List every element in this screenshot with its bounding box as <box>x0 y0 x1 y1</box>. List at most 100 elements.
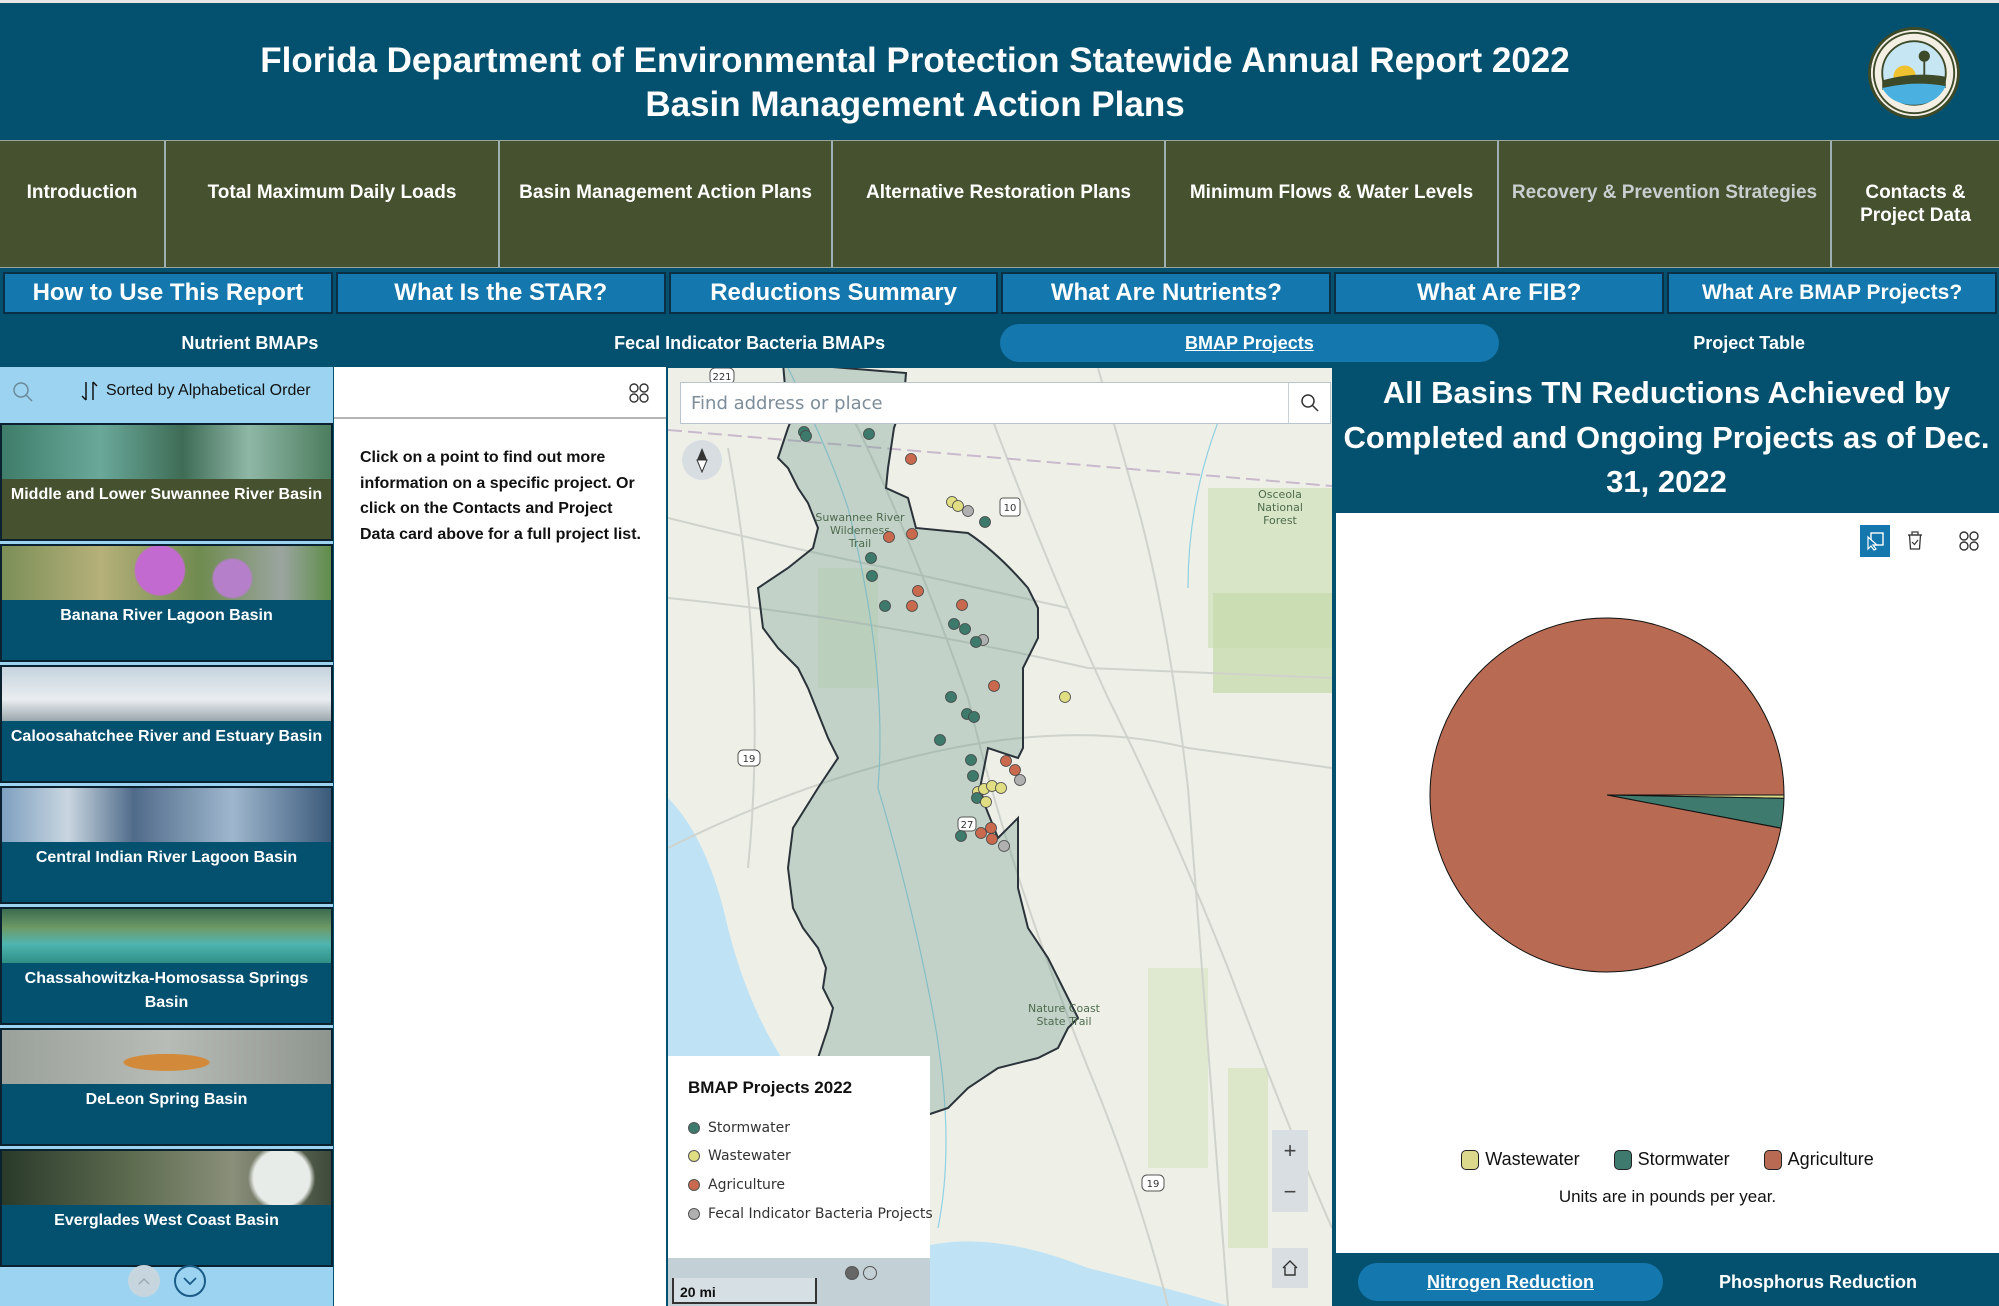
scroll-down-button[interactable] <box>173 1264 206 1297</box>
project-point-stormwater[interactable] <box>934 734 946 746</box>
what-is-star-button[interactable]: What Is the STAR? <box>335 272 666 314</box>
route-shield: 19 <box>737 749 761 767</box>
basin-card[interactable]: Caloosahatchee River and Estuary Basin <box>0 665 333 783</box>
project-point-stormwater[interactable] <box>970 636 982 648</box>
pie-chart[interactable] <box>1336 513 1999 1113</box>
legend-footer: 20 mi <box>668 1258 930 1306</box>
project-point-stormwater[interactable] <box>955 830 967 842</box>
basin-card[interactable]: Everglades West Coast Basin <box>0 1149 333 1267</box>
map-label-wilderness-trail: Suwannee River <box>815 511 905 524</box>
report-page: Florida Department of Environmental Prot… <box>0 0 1999 1306</box>
project-point-agriculture[interactable] <box>906 528 918 540</box>
tab-fib-bmaps[interactable]: Fecal Indicator Bacteria BMAPs <box>500 324 1000 362</box>
chevron-down-icon <box>182 1276 197 1285</box>
basin-card[interactable]: Middle and Lower Suwannee River Basin <box>0 423 333 541</box>
project-point-agriculture[interactable] <box>1009 764 1021 776</box>
project-point-wastewater[interactable] <box>952 500 964 512</box>
home-button[interactable] <box>1272 1248 1308 1288</box>
basin-card[interactable]: Banana River Lagoon Basin <box>0 544 333 662</box>
project-point-stormwater[interactable] <box>979 516 991 528</box>
tab-nitrogen-reduction[interactable]: Nitrogen Reduction <box>1358 1263 1663 1301</box>
sort-button[interactable]: Sorted by Alphabetical Order <box>80 380 311 402</box>
project-point-agriculture[interactable] <box>956 599 968 611</box>
basin-card[interactable]: DeLeon Spring Basin <box>0 1028 333 1146</box>
basin-name: Middle and Lower Suwannee River Basin <box>10 486 323 503</box>
project-point-stormwater[interactable] <box>879 600 891 612</box>
project-point-stormwater[interactable] <box>800 430 812 442</box>
project-point-agriculture[interactable] <box>1000 755 1012 767</box>
what-are-bmap-projects-button[interactable]: What Are BMAP Projects? <box>1667 272 1997 314</box>
units-note: Units are in pounds per year. <box>1558 1187 1777 1206</box>
project-point-wastewater[interactable] <box>995 782 1007 794</box>
nav-contacts-project-data[interactable]: Contacts & Project Data <box>1832 141 1999 267</box>
project-point-fib[interactable] <box>998 840 1010 852</box>
project-point-stormwater[interactable] <box>863 428 875 440</box>
basin-card[interactable]: Central Indian River Lagoon Basin <box>0 786 333 904</box>
nav-bmap[interactable]: Basin Management Action Plans <box>500 141 833 267</box>
nav-recovery-prevention[interactable]: Recovery & Prevention Strategies <box>1499 141 1832 267</box>
nav-alternative-restoration[interactable]: Alternative Restoration Plans <box>833 141 1166 267</box>
sub-tabs: Nutrient BMAPs Fecal Indicator Bacteria … <box>0 320 1999 366</box>
project-point-agriculture[interactable] <box>988 680 1000 692</box>
pie-legend-agriculture[interactable]: Agriculture <box>1763 1149 1874 1170</box>
svg-text:Forest: Forest <box>1263 514 1297 527</box>
what-are-fib-button[interactable]: What Are FIB? <box>1334 272 1665 314</box>
project-point-agriculture[interactable] <box>906 600 918 612</box>
more-options-icon[interactable] <box>628 382 650 404</box>
map-view[interactable]: Suwannee River Wilderness Trail Osceola … <box>668 368 1332 1306</box>
agriculture-swatch-icon <box>1763 1149 1782 1170</box>
reductions-summary-button[interactable]: Reductions Summary <box>668 272 999 314</box>
tab-phosphorus-reduction[interactable]: Phosphorus Reduction <box>1663 1263 1973 1301</box>
project-point-agriculture[interactable] <box>883 531 895 543</box>
wastewater-dot-icon <box>688 1150 700 1162</box>
zoom-in-button[interactable]: + <box>1272 1130 1308 1171</box>
route-shield: 27 <box>957 816 977 832</box>
project-point-agriculture[interactable] <box>985 822 997 834</box>
pie-legend-wastewater[interactable]: Wastewater <box>1461 1149 1580 1170</box>
scroll-up-button[interactable] <box>127 1264 160 1297</box>
tab-project-table[interactable]: Project Table <box>1499 324 1999 362</box>
project-point-stormwater[interactable] <box>948 618 960 630</box>
project-point-agriculture[interactable] <box>912 585 924 597</box>
info-button-row: How to Use This Report What Is the STAR?… <box>0 270 1999 316</box>
project-point-stormwater[interactable] <box>959 623 971 635</box>
report-subtitle: Basin Management Action Plans <box>645 85 1185 124</box>
basin-thumbnail <box>2 909 331 963</box>
project-point-stormwater[interactable] <box>865 552 877 564</box>
pie-slice-agriculture[interactable] <box>1429 617 1785 973</box>
project-point-agriculture[interactable] <box>986 833 998 845</box>
project-point-agriculture[interactable] <box>975 827 987 839</box>
project-point-wastewater[interactable] <box>980 796 992 808</box>
project-point-fib[interactable] <box>962 505 974 517</box>
map-search-input[interactable] <box>681 383 1288 423</box>
basin-thumbnail <box>2 425 331 479</box>
tab-bmap-projects[interactable]: BMAP Projects <box>999 324 1500 362</box>
info-panel: Click on a point to find out more inform… <box>334 367 666 1306</box>
project-point-stormwater[interactable] <box>968 711 980 723</box>
project-point-wastewater[interactable] <box>1059 691 1071 703</box>
pie-legend-stormwater[interactable]: Stormwater <box>1613 1149 1730 1170</box>
tab-nutrient-bmaps[interactable]: Nutrient BMAPs <box>0 324 500 362</box>
project-point-stormwater[interactable] <box>866 570 878 582</box>
map-search-button[interactable] <box>1288 383 1330 423</box>
basin-list-panel: Sorted by Alphabetical Order Middle and … <box>0 367 333 1306</box>
zoom-out-button[interactable]: − <box>1272 1171 1308 1212</box>
project-point-agriculture[interactable] <box>905 453 917 465</box>
basin-card[interactable]: Chassahowitzka-Homosassa Springs Basin <box>0 907 333 1025</box>
legend-page-1[interactable] <box>845 1266 859 1280</box>
legend-page-2[interactable] <box>863 1266 877 1280</box>
info-toolbar <box>334 367 666 419</box>
svg-text:19: 19 <box>743 754 756 765</box>
legend-pager <box>845 1266 877 1280</box>
nav-tmdl[interactable]: Total Maximum Daily Loads <box>166 141 500 267</box>
how-to-use-button[interactable]: How to Use This Report <box>3 272 333 314</box>
project-point-stormwater[interactable] <box>965 754 977 766</box>
project-point-fib[interactable] <box>1014 774 1026 786</box>
compass-button[interactable] <box>682 440 722 480</box>
what-are-nutrients-button[interactable]: What Are Nutrients? <box>1001 272 1332 314</box>
search-icon[interactable] <box>12 381 34 403</box>
project-point-stormwater[interactable] <box>967 770 979 782</box>
project-point-stormwater[interactable] <box>945 691 957 703</box>
nav-introduction[interactable]: Introduction <box>0 141 166 267</box>
nav-minimum-flows[interactable]: Minimum Flows & Water Levels <box>1166 141 1499 267</box>
